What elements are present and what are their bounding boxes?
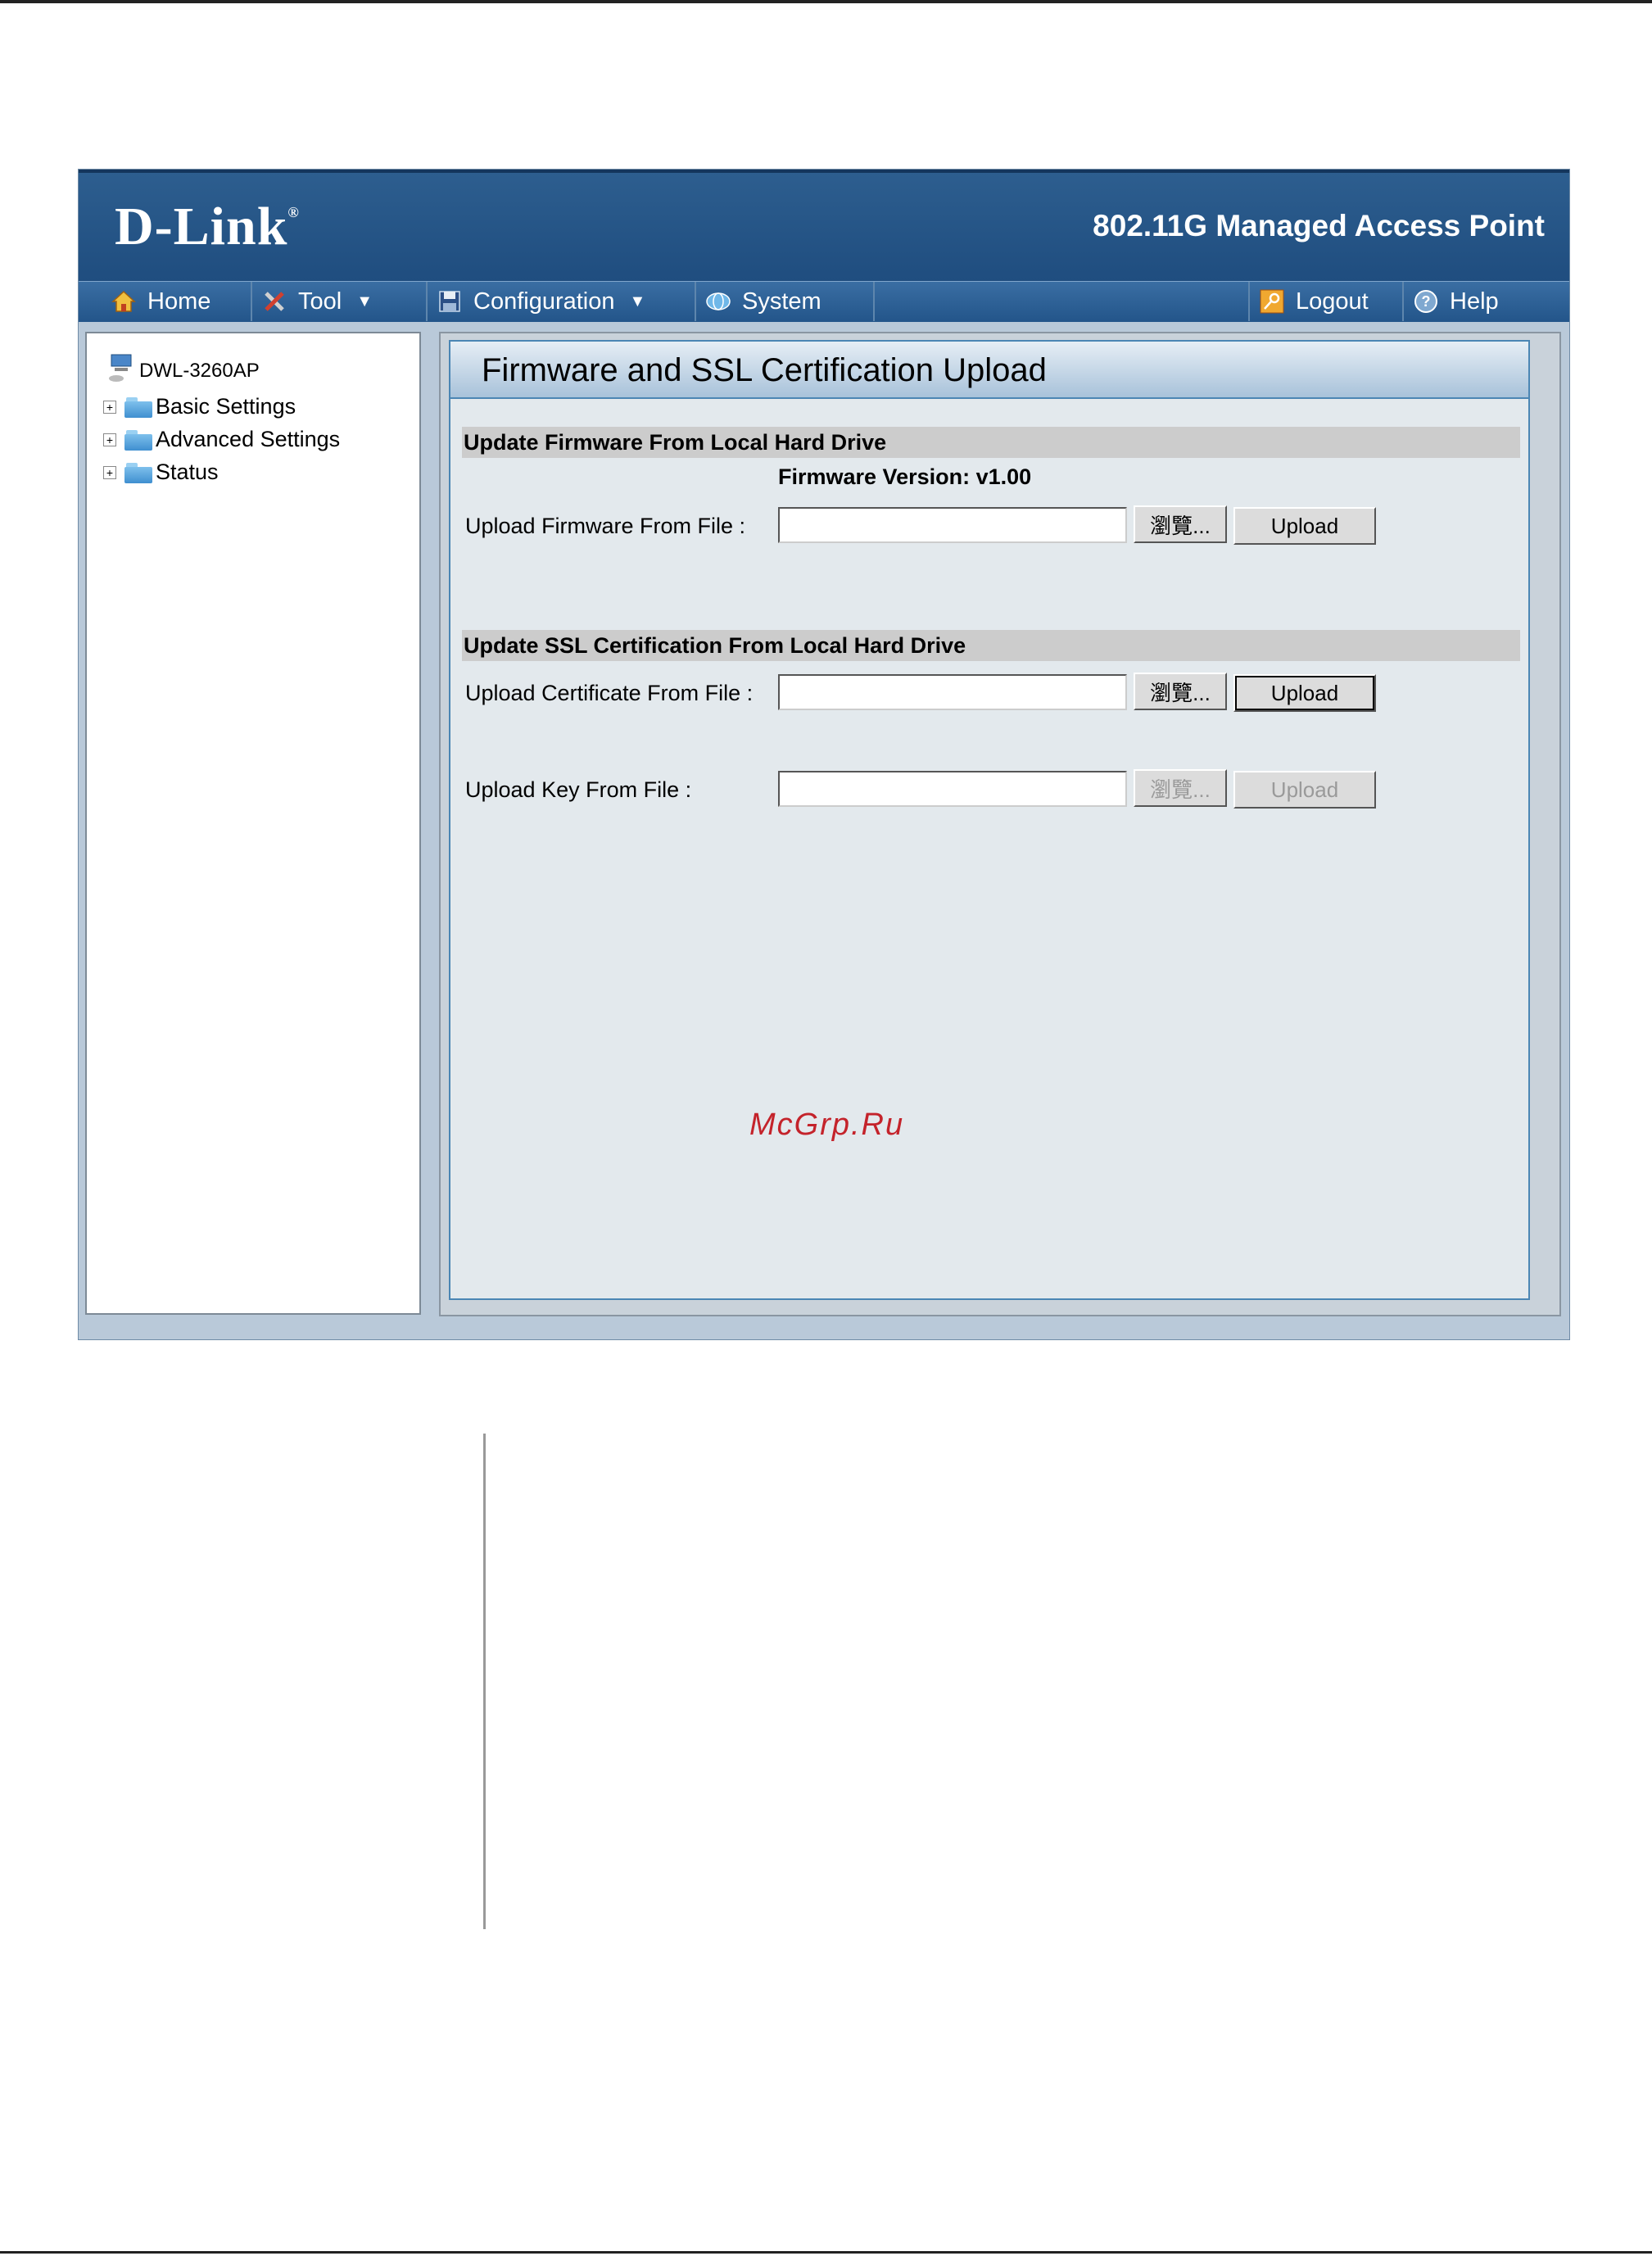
firmware-browse-button[interactable]: 瀏覽... <box>1134 505 1227 543</box>
folder-icon <box>124 462 152 483</box>
key-file-label: Upload Key From File : <box>465 777 692 802</box>
certificate-upload-button[interactable]: Upload <box>1233 674 1376 712</box>
content-panel: Firmware and SSL Certification Upload Up… <box>449 340 1530 1300</box>
app-window: D-Link® 802.11G Managed Access Point Hom… <box>78 169 1570 1340</box>
expand-icon[interactable]: + <box>103 465 116 479</box>
expand-icon[interactable]: + <box>103 433 116 446</box>
key-icon <box>1258 288 1286 315</box>
certificate-browse-button[interactable]: 瀏覽... <box>1134 673 1227 710</box>
product-name: 802.11G Managed Access Point <box>1093 209 1545 242</box>
watermark: McGrp.Ru <box>749 1108 905 1142</box>
nav-help[interactable]: ? Help <box>1404 282 1525 321</box>
bottom-rule <box>0 2251 1652 2254</box>
key-upload-button[interactable]: Upload <box>1233 771 1376 809</box>
globe-icon <box>704 288 732 315</box>
home-icon <box>110 288 138 315</box>
dlink-logo: D-Link® <box>115 197 300 256</box>
certificate-file-input[interactable] <box>778 674 1127 710</box>
tree-item-status[interactable]: + Status <box>103 460 219 485</box>
firmware-file-label: Upload Firmware From File : <box>465 514 746 538</box>
certificate-file-label: Upload Certificate From File : <box>465 681 754 705</box>
content-area: Firmware and SSL Certification Upload Up… <box>439 332 1561 1316</box>
key-browse-button[interactable]: 瀏覽... <box>1134 769 1227 807</box>
tree-root-device[interactable]: DWL-3260AP <box>108 351 260 390</box>
nav-tool[interactable]: Tool ▼ <box>252 282 428 321</box>
tree-item-advanced-settings[interactable]: + Advanced Settings <box>103 427 340 452</box>
nav-system[interactable]: System <box>696 282 875 321</box>
vertical-divider <box>483 1434 486 1929</box>
nav-home[interactable]: Home <box>102 282 252 321</box>
ssl-section-header: Update SSL Certification From Local Hard… <box>462 630 1520 661</box>
svg-text:?: ? <box>1422 293 1431 310</box>
nav-bar: Home Tool ▼ Configuration ▼ System Logou… <box>79 281 1569 322</box>
navigation-tree: DWL-3260AP + Basic Settings + Advanced S… <box>85 332 421 1315</box>
chevron-down-icon: ▼ <box>356 292 373 310</box>
folder-icon <box>124 429 152 451</box>
tool-icon <box>260 288 288 315</box>
firmware-section-header: Update Firmware From Local Hard Drive <box>462 427 1520 458</box>
firmware-version: Firmware Version: v1.00 <box>778 464 1032 489</box>
chevron-down-icon: ▼ <box>629 292 646 310</box>
access-point-icon <box>108 351 136 390</box>
expand-icon[interactable]: + <box>103 400 116 414</box>
nav-logout[interactable]: Logout <box>1248 282 1404 321</box>
save-disk-icon <box>436 288 464 315</box>
key-file-input[interactable] <box>778 771 1127 807</box>
nav-configuration[interactable]: Configuration ▼ <box>428 282 696 321</box>
top-rule <box>0 0 1652 3</box>
folder-icon <box>124 396 152 418</box>
firmware-upload-button[interactable]: Upload <box>1233 507 1376 545</box>
firmware-file-input[interactable] <box>778 507 1127 543</box>
tree-item-basic-settings[interactable]: + Basic Settings <box>103 394 296 419</box>
app-header: D-Link® 802.11G Managed Access Point <box>79 170 1569 281</box>
page-title: Firmware and SSL Certification Upload <box>450 342 1528 399</box>
help-icon: ? <box>1412 288 1440 315</box>
